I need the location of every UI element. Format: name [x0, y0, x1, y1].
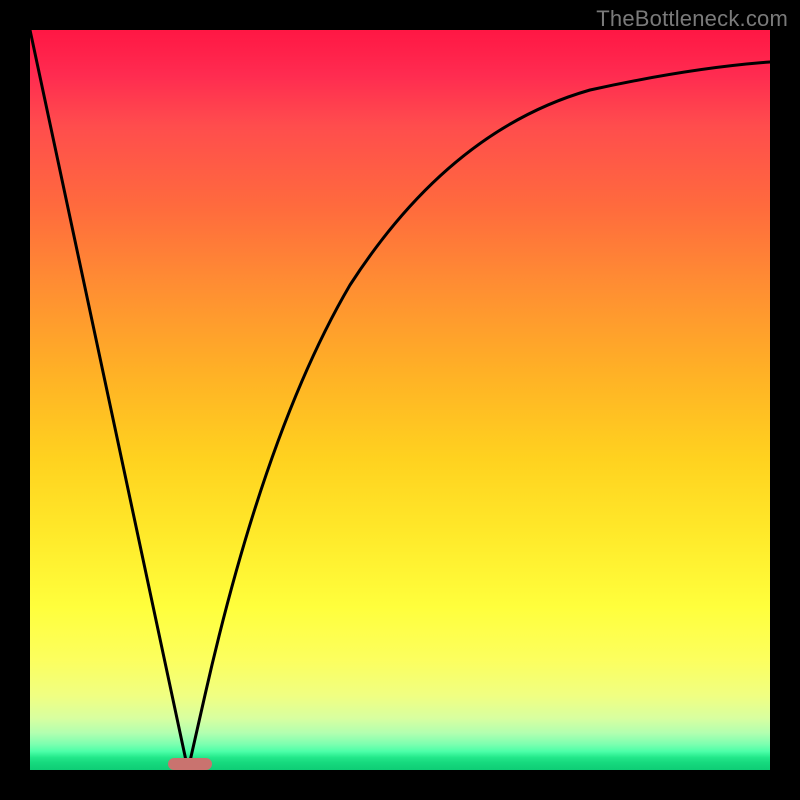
optimum-marker [168, 758, 212, 770]
bottleneck-curve [30, 30, 770, 770]
plot-area [30, 30, 770, 770]
curve-layer [30, 30, 770, 770]
watermark-text: TheBottleneck.com [596, 6, 788, 32]
chart-frame: TheBottleneck.com [0, 0, 800, 800]
